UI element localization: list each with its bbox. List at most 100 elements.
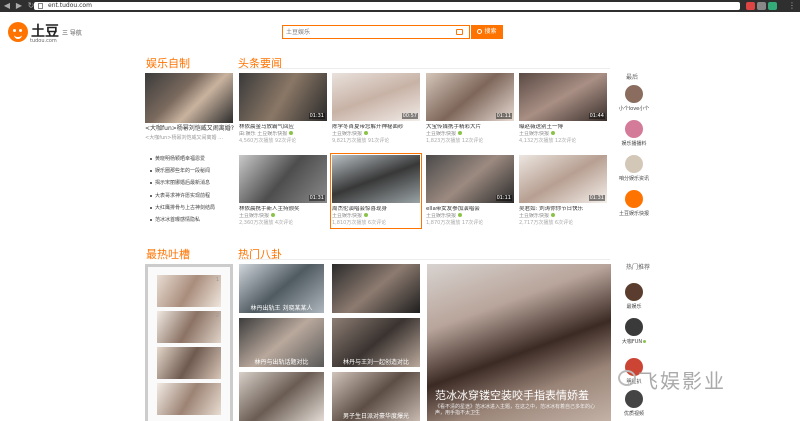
gossip-tile[interactable] — [332, 264, 420, 313]
list-item[interactable]: 大表哥求神许愿实现前程 — [150, 191, 236, 203]
wechat-icon — [618, 370, 636, 386]
gossip-tile[interactable]: 男子生日派对豪华度爆光 — [332, 372, 420, 421]
sidebar-channel[interactable]: 娱乐播播料 — [616, 120, 652, 147]
video-thumbnail[interactable]: 00:57 — [332, 73, 420, 121]
feature-headline[interactable]: 范冰冰穿镂空装咬手指表情娇羞 — [431, 387, 607, 403]
feature-thumbnail[interactable] — [145, 73, 233, 123]
video-source: 土豆娱乐快报 — [519, 213, 607, 220]
gossip-feature-tile[interactable]: 范冰冰穿镂空装咬手指表情娇羞 《看不清的星途》范冰冰进入主题，在这之中，范冰冰有… — [427, 264, 611, 421]
tile-caption[interactable]: 林丹与王刘一起创造对比 — [334, 357, 418, 366]
video-title[interactable]: 大宝传媒携手精彩大片 — [426, 124, 514, 131]
video-card[interactable]: 01:11 ella带女友参加演唱会 土豆娱乐快报 1,870万次播放 17次评… — [426, 155, 514, 227]
list-item[interactable]: 娱乐圈那些年的一段秘闻 — [150, 166, 236, 178]
avatar[interactable] — [625, 283, 643, 301]
video-thumbnail[interactable]: 01:31 — [239, 155, 327, 203]
channel-name[interactable]: 大咖FUN — [616, 338, 652, 345]
gossip-tile[interactable]: 林丹与出轨话题对比 — [239, 318, 324, 367]
channel-name[interactable]: 优质视频 — [616, 410, 652, 417]
tile-caption[interactable]: 林丹出轨王 刘晓某某人 — [241, 303, 322, 312]
nav-menu-button[interactable]: 三 导航 — [62, 28, 82, 37]
source-name[interactable]: 土豆娱乐快报 — [332, 131, 362, 137]
section-title-tucao[interactable]: 最热吐槽 — [146, 246, 190, 262]
video-title[interactable]: 陈学冬首夏带您解开神秘面纱 — [332, 124, 420, 131]
video-thumbnail[interactable]: 01:11 — [426, 155, 514, 203]
duration-badge: 01:11 — [495, 113, 512, 119]
source-name[interactable]: 土豆娱乐快报 — [519, 213, 549, 219]
avatar[interactable] — [625, 120, 643, 138]
source-name[interactable]: 土豆娱乐快报 — [519, 131, 549, 137]
upload-icon[interactable] — [456, 29, 463, 35]
video-thumbnail[interactable]: 01:44 — [519, 73, 607, 121]
source-name[interactable]: 土豆娱乐快报 — [426, 131, 456, 137]
avatar[interactable] — [625, 85, 643, 103]
video-thumbnail[interactable]: 01:31 — [519, 155, 607, 203]
gossip-tile[interactable]: 林丹出轨王 刘晓某某人 — [239, 264, 324, 313]
tucao-panel[interactable]: 1 2 3 — [145, 264, 233, 421]
extension-icon[interactable] — [746, 2, 755, 10]
tile-caption[interactable]: 男子生日派对豪华度爆光 — [334, 411, 418, 420]
video-thumbnail[interactable]: 01:11 — [426, 73, 514, 121]
video-title[interactable]: ella带女友参加演唱会 — [426, 206, 514, 213]
feature-caption[interactable]: <大咖fun>杨幂刘恺威又闹离婚? — [145, 125, 235, 132]
video-thumbnail[interactable] — [332, 155, 420, 203]
extension-icon[interactable] — [768, 2, 777, 10]
comic-strip[interactable]: 1 — [157, 275, 221, 307]
video-card[interactable]: 01:31 林依晨金马放霸气回应 由:娱乐 土豆娱乐快报 4,560万次播放 9… — [239, 73, 327, 145]
video-card[interactable]: 00:57 陈学冬首夏带您解开神秘面纱 土豆娱乐快报 9,821万次播放 91次… — [332, 73, 420, 145]
sidebar-channel[interactable]: 最娱乐 — [616, 283, 652, 310]
tile-caption[interactable]: 林丹与出轨话题对比 — [241, 357, 322, 366]
source-name[interactable]: 土豆娱乐快报 — [332, 213, 362, 219]
sidebar-title: 热门推荐 — [626, 264, 651, 271]
source-name[interactable]: 土豆娱乐快报 — [239, 213, 269, 219]
gossip-tile[interactable]: 林丹与王刘一起创造对比 — [332, 318, 420, 367]
sidebar-channel[interactable]: 优质视频 — [616, 390, 652, 417]
channel-name[interactable]: 最娱乐 — [616, 303, 652, 310]
back-icon[interactable]: ◀ — [2, 1, 12, 11]
address-bar[interactable]: ent.tudou.com — [34, 2, 740, 10]
avatar[interactable] — [625, 155, 643, 173]
video-title[interactable]: 曝赵薇送别王一博 — [519, 124, 607, 131]
source-name[interactable]: 土豆娱乐快报 — [426, 213, 456, 219]
gossip-tile[interactable] — [239, 372, 324, 421]
video-title[interactable]: 周杰伦演唱会惊喜现身 — [332, 206, 420, 213]
video-title[interactable]: 林依晨金马放霸气回应 — [239, 124, 327, 131]
list-item[interactable]: 揭示宋丽娜婚后最新消息 — [150, 178, 236, 190]
list-item[interactable]: 范冰冰首曝感情隐私 — [150, 215, 236, 227]
list-item[interactable]: 黄晓明杨颖晒幸福恩爱 — [150, 154, 236, 166]
video-thumbnail[interactable]: 01:31 — [239, 73, 327, 121]
page-icon — [38, 3, 43, 9]
video-card[interactable]: 01:31 林依晨携手新人主持颁奖 土豆娱乐快报 2,360万次播放 4次评论 — [239, 155, 327, 227]
channel-name[interactable]: 土豆娱乐快报 — [616, 210, 652, 217]
search-input[interactable] — [286, 26, 446, 38]
channel-name[interactable]: 娱乐播播料 — [616, 140, 652, 147]
video-title[interactable]: 林依晨携手新人主持颁奖 — [239, 206, 327, 213]
channel-name-text[interactable]: 大咖FUN — [622, 339, 642, 345]
avatar[interactable] — [625, 190, 643, 208]
site-logo[interactable]: 土豆 tudou.com — [8, 20, 59, 46]
sidebar-channel[interactable]: 咱分娱乐资讯 — [616, 155, 652, 182]
channel-name[interactable]: 咱分娱乐资讯 — [616, 175, 652, 182]
video-card[interactable]: 01:44 曝赵薇送别王一博 土豆娱乐快报 4,132万次播放 12次评论 — [519, 73, 607, 145]
comic-strip[interactable] — [157, 383, 221, 415]
channel-name[interactable]: 小个love小个 — [616, 105, 652, 112]
comic-strip[interactable]: 3 — [157, 347, 221, 379]
logo-face-icon — [8, 22, 28, 42]
forward-icon[interactable]: ▶ — [14, 1, 24, 11]
browser-menu-icon[interactable]: ⋮ — [788, 1, 796, 11]
rank-number: 1 — [215, 277, 219, 283]
video-title[interactable]: 吴君如: 刘涛你你节日快乐 — [519, 206, 607, 213]
video-stats: 2,717万次播放 6次评论 — [519, 220, 574, 226]
sidebar-channel[interactable]: 小个love小个 — [616, 85, 652, 112]
extension-icon[interactable] — [757, 2, 766, 10]
video-card[interactable]: 01:11 大宝传媒携手精彩大片 土豆娱乐快报 1,823万次播放 12次评论 — [426, 73, 514, 145]
sidebar-channel[interactable]: 大咖FUN — [616, 318, 652, 345]
sidebar-channel[interactable]: 土豆娱乐快报 — [616, 190, 652, 217]
source-name[interactable]: 由:娱乐 土豆娱乐快报 — [239, 131, 287, 137]
video-card[interactable]: 周杰伦演唱会惊喜现身 土豆娱乐快报 1,810万次播放 6次评论 — [330, 153, 422, 229]
comic-strip[interactable]: 2 — [157, 311, 221, 343]
section-title-yule[interactable]: 娱乐自制 — [146, 55, 190, 71]
avatar[interactable] — [625, 318, 643, 336]
video-card[interactable]: 01:31 吴君如: 刘涛你你节日快乐 土豆娱乐快报 2,717万次播放 6次评… — [519, 155, 607, 227]
list-item[interactable]: 大红鹰排骨与上古神剑结局 — [150, 203, 236, 215]
search-button[interactable]: 搜索 — [471, 25, 503, 39]
